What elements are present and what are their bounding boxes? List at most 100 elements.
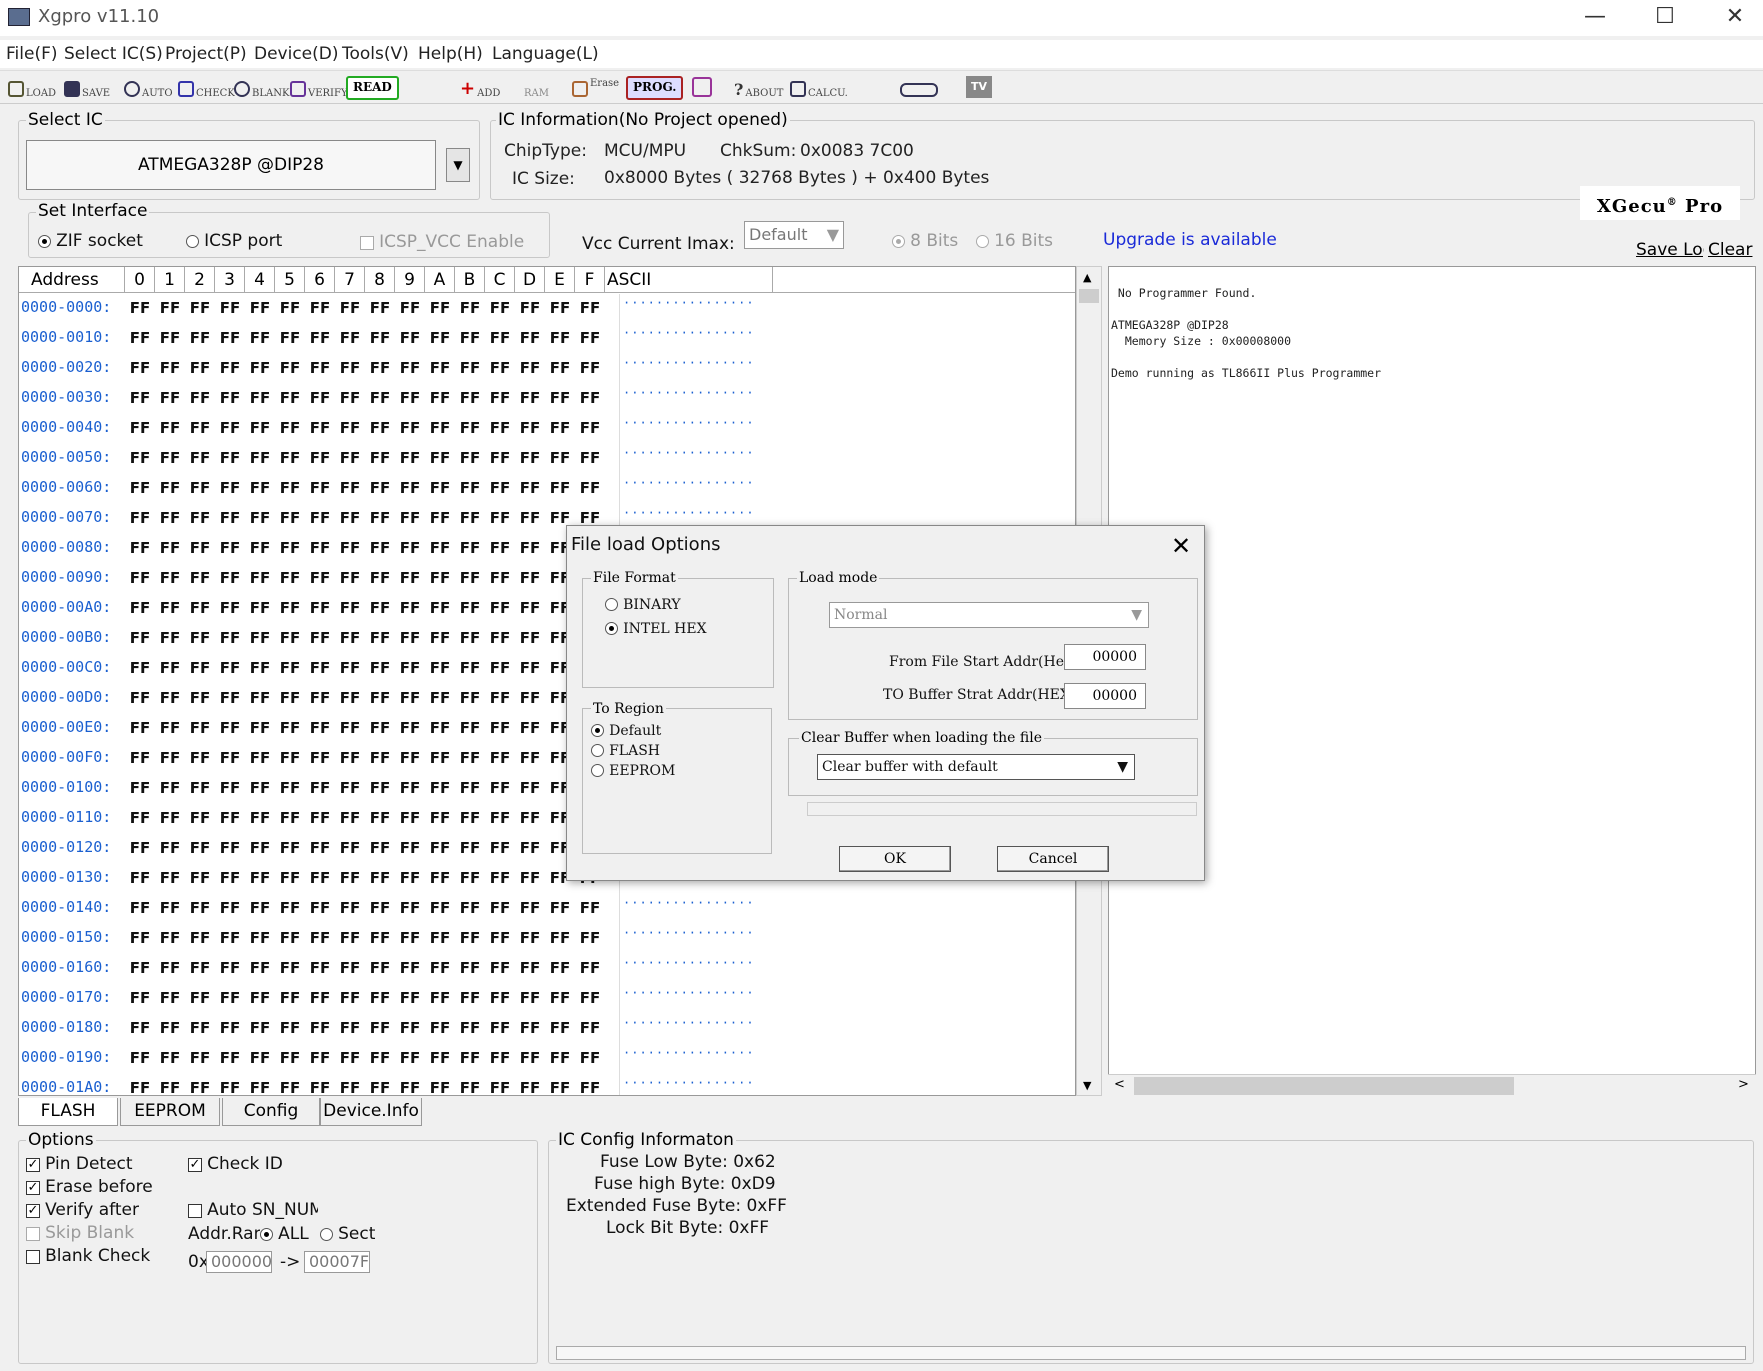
hex-byte[interactable]: FF <box>245 389 275 407</box>
hex-byte[interactable]: FF <box>455 929 485 947</box>
hex-byte[interactable]: FF <box>485 689 515 707</box>
hex-byte[interactable]: FF <box>275 359 305 377</box>
hex-byte[interactable]: FF <box>365 509 395 527</box>
hex-byte[interactable]: FF <box>245 839 275 857</box>
hex-byte[interactable]: FF <box>215 359 245 377</box>
hex-byte[interactable]: FF <box>365 569 395 587</box>
hex-byte[interactable]: FF <box>515 959 545 977</box>
hex-byte[interactable]: FF <box>425 929 455 947</box>
hex-byte[interactable]: FF <box>305 749 335 767</box>
hex-byte[interactable]: FF <box>185 299 215 317</box>
hex-byte[interactable]: FF <box>275 449 305 467</box>
hex-byte[interactable]: FF <box>365 629 395 647</box>
hex-byte[interactable]: FF <box>485 329 515 347</box>
hex-byte[interactable]: FF <box>545 389 575 407</box>
hex-byte[interactable]: FF <box>305 839 335 857</box>
hex-byte[interactable]: FF <box>395 509 425 527</box>
hex-byte[interactable]: FF <box>395 419 425 437</box>
hex-byte[interactable]: FF <box>215 719 245 737</box>
hex-byte[interactable]: FF <box>395 1049 425 1067</box>
hex-byte[interactable]: FF <box>395 449 425 467</box>
hex-byte[interactable]: FF <box>335 359 365 377</box>
hex-row[interactable]: 0000-0010: FF FF FF FF FF FF FF FF FF FF FF FF FF FF FF… <box>19 324 1075 354</box>
hex-byte[interactable]: FF <box>575 1049 605 1067</box>
hex-row[interactable]: 0000-0190: FF FF FF FF FF FF FF FF FF FF FF FF FF FF FF… <box>19 1044 1075 1074</box>
hex-byte[interactable]: FF <box>185 599 215 617</box>
hex-byte[interactable]: FF <box>245 629 275 647</box>
region-flash-radio[interactable]: FLASH <box>591 740 660 759</box>
hex-byte[interactable]: FF <box>365 839 395 857</box>
hex-byte[interactable]: FF <box>185 869 215 887</box>
hex-byte[interactable]: FF <box>515 749 545 767</box>
menu-device[interactable]: Device(D) <box>254 44 339 64</box>
hex-byte[interactable]: FF <box>425 809 455 827</box>
hex-byte[interactable]: FF <box>455 629 485 647</box>
hex-byte[interactable]: FF <box>425 479 455 497</box>
hex-byte[interactable]: FF <box>275 629 305 647</box>
hex-byte[interactable]: FF <box>425 599 455 617</box>
hex-byte[interactable]: FF <box>305 1049 335 1067</box>
hex-byte[interactable]: FF <box>425 869 455 887</box>
hex-byte[interactable]: FF <box>335 809 365 827</box>
hex-byte[interactable]: FF <box>365 299 395 317</box>
hex-byte[interactable]: FF <box>245 989 275 1007</box>
hex-byte[interactable]: FF <box>395 1079 425 1095</box>
ic-select-combo[interactable]: ATMEGA328P @DIP28 <box>26 140 436 190</box>
hex-byte[interactable]: FF <box>125 809 155 827</box>
hex-byte[interactable]: FF <box>245 929 275 947</box>
hex-byte[interactable]: FF <box>305 329 335 347</box>
hex-byte[interactable]: FF <box>545 1049 575 1067</box>
hex-byte[interactable]: FF <box>485 419 515 437</box>
hex-byte[interactable]: FF <box>515 449 545 467</box>
hex-row[interactable]: 0000-0050: FF FF FF FF FF FF FF FF FF FF FF FF FF FF FF… <box>19 444 1075 474</box>
hex-byte[interactable]: FF <box>575 899 605 917</box>
hex-byte[interactable]: FF <box>365 1079 395 1095</box>
clear-log-button[interactable]: Clear <box>1708 240 1758 260</box>
hex-byte[interactable]: FF <box>245 449 275 467</box>
hex-byte[interactable]: FF <box>515 1049 545 1067</box>
hex-byte[interactable]: FF <box>275 329 305 347</box>
tab-eeprom[interactable]: EEPROM <box>120 1098 220 1126</box>
hex-byte[interactable]: FF <box>335 629 365 647</box>
hex-byte[interactable]: FF <box>185 1019 215 1037</box>
hex-byte[interactable]: FF <box>185 569 215 587</box>
hex-byte[interactable]: FF <box>155 719 185 737</box>
8-bits-radio[interactable]: 8 Bits <box>892 231 958 251</box>
hex-byte[interactable]: FF <box>425 569 455 587</box>
hex-byte[interactable]: FF <box>335 899 365 917</box>
vcc-current-select[interactable]: Default ▼ <box>744 221 844 249</box>
hex-byte[interactable]: FF <box>575 359 605 377</box>
hex-byte[interactable]: FF <box>185 509 215 527</box>
hex-byte[interactable]: FF <box>215 1049 245 1067</box>
hex-byte[interactable]: FF <box>515 839 545 857</box>
hex-byte[interactable]: FF <box>305 479 335 497</box>
hex-byte[interactable]: FF <box>365 539 395 557</box>
hex-byte[interactable]: FF <box>155 899 185 917</box>
hex-byte[interactable]: FF <box>155 359 185 377</box>
region-default-radio[interactable]: Default <box>591 720 661 739</box>
hex-byte[interactable]: FF <box>335 329 365 347</box>
hex-byte[interactable]: FF <box>185 449 215 467</box>
hex-byte[interactable]: FF <box>455 989 485 1007</box>
hex-byte[interactable]: FF <box>185 899 215 917</box>
hex-byte[interactable]: FF <box>305 359 335 377</box>
hex-byte[interactable]: FF <box>575 389 605 407</box>
hex-byte[interactable]: FF <box>365 359 395 377</box>
hex-byte[interactable]: FF <box>155 959 185 977</box>
hex-byte[interactable]: FF <box>215 1019 245 1037</box>
hex-byte[interactable]: FF <box>515 629 545 647</box>
hex-byte[interactable]: FF <box>335 299 365 317</box>
hex-byte[interactable]: FF <box>155 1019 185 1037</box>
hex-byte[interactable]: FF <box>125 419 155 437</box>
hex-byte[interactable]: FF <box>245 659 275 677</box>
addr-to-field[interactable]: 00007F <box>304 1251 370 1273</box>
hex-byte[interactable]: FF <box>305 779 335 797</box>
hex-byte[interactable]: FF <box>155 989 185 1007</box>
hex-byte[interactable]: FF <box>305 509 335 527</box>
hex-byte[interactable]: FF <box>455 749 485 767</box>
hex-byte[interactable]: FF <box>485 359 515 377</box>
hex-byte[interactable]: FF <box>275 869 305 887</box>
hex-byte[interactable]: FF <box>185 779 215 797</box>
hex-byte[interactable]: FF <box>575 479 605 497</box>
hex-byte[interactable]: FF <box>155 509 185 527</box>
